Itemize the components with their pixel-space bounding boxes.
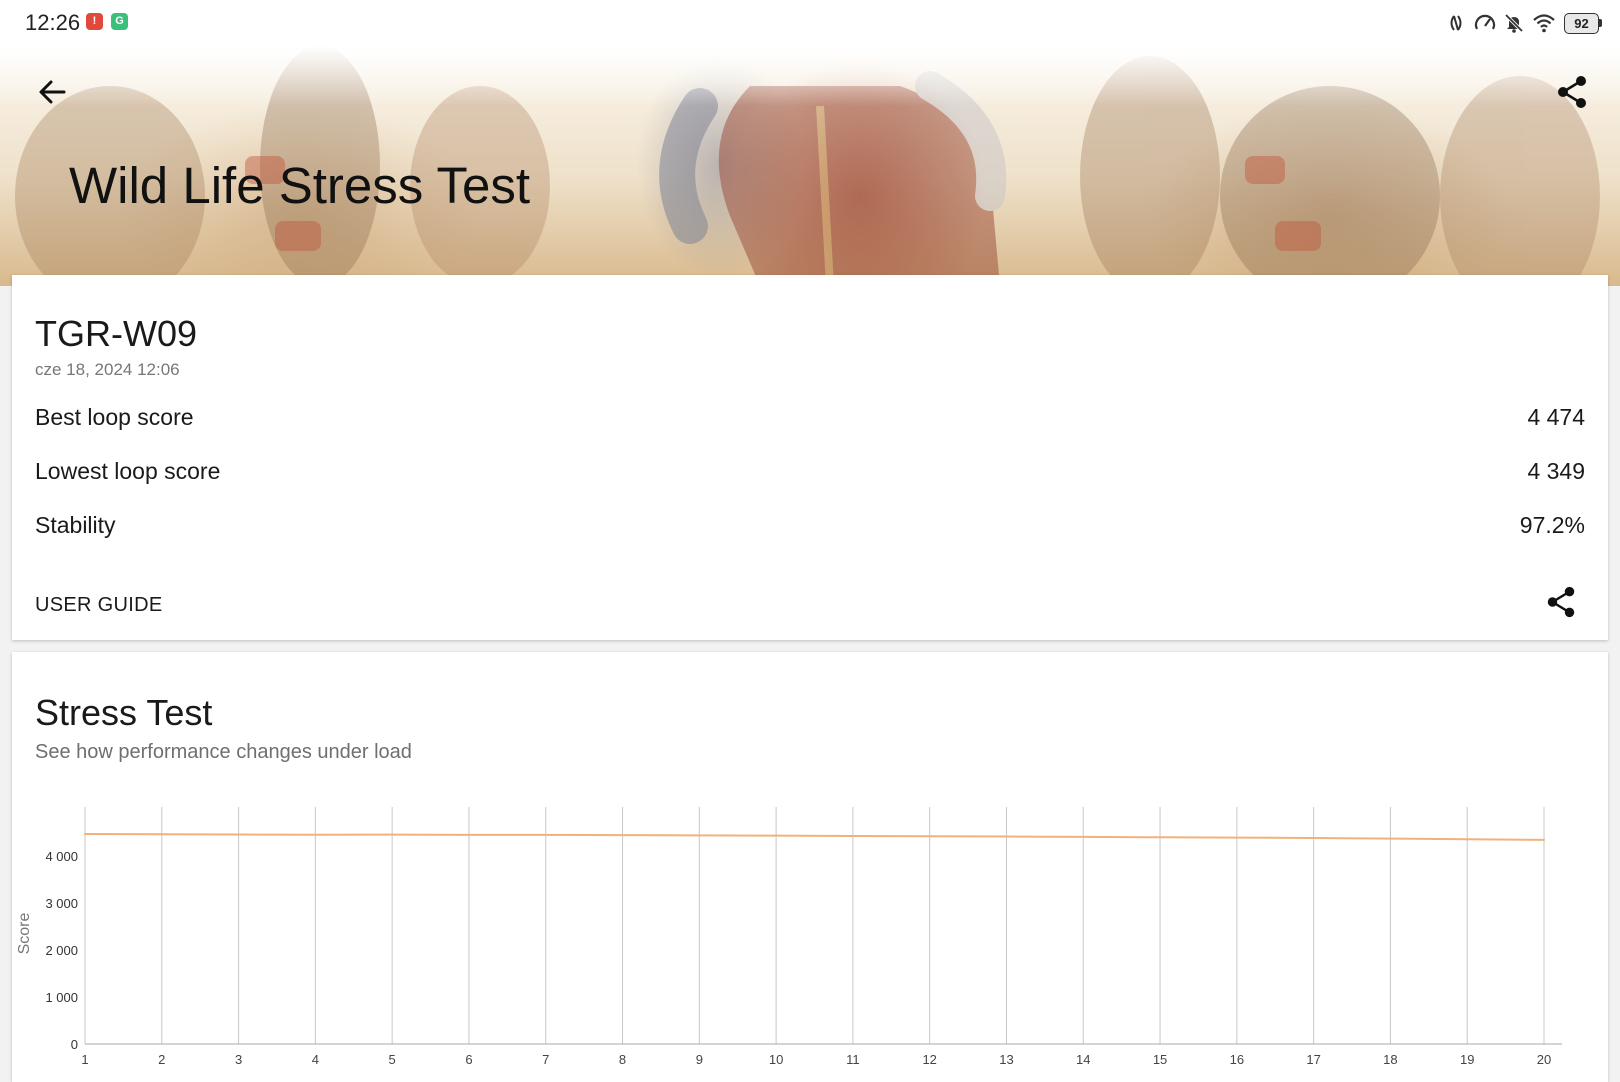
data-point	[467, 833, 470, 836]
share-icon[interactable]	[1554, 74, 1590, 110]
x-tick-label: 9	[696, 1052, 703, 1065]
data-point	[851, 834, 854, 837]
notification-app-icon: G	[111, 13, 128, 30]
x-tick-label: 14	[1076, 1052, 1090, 1065]
nfc-icon	[1450, 15, 1462, 31]
x-tick-label: 13	[999, 1052, 1013, 1065]
stat-value: 4 474	[1527, 404, 1585, 430]
x-tick-label: 19	[1460, 1052, 1474, 1065]
stat-row-lowest-loop: Lowest loop score 4 349	[35, 458, 1585, 488]
data-point	[1466, 838, 1469, 841]
data-point	[1235, 836, 1238, 839]
share-icon[interactable]	[1544, 585, 1578, 619]
x-tick-label: 15	[1153, 1052, 1167, 1065]
data-point	[237, 833, 240, 836]
bell-muted-icon	[1504, 13, 1524, 33]
data-point	[84, 832, 86, 835]
x-tick-label: 10	[769, 1052, 783, 1065]
x-tick-label: 18	[1383, 1052, 1397, 1065]
data-point	[621, 834, 624, 837]
y-tick-label: 4 000	[45, 849, 78, 864]
hero-fade	[0, 46, 1620, 106]
series-line	[84, 832, 1545, 841]
stat-row-best-loop: Best loop score 4 474	[35, 404, 1585, 434]
y-tick-label: 3 000	[45, 896, 78, 911]
y-tick-label: 0	[71, 1037, 78, 1052]
data-point	[1312, 837, 1315, 840]
y-axis-label: Score	[16, 913, 33, 955]
user-guide-link[interactable]: USER GUIDE	[35, 594, 162, 617]
data-point	[928, 835, 931, 838]
x-tick-label: 1	[81, 1052, 88, 1065]
x-tick-label: 4	[312, 1052, 319, 1065]
x-tick-label: 3	[235, 1052, 242, 1065]
x-tick-label: 2	[158, 1052, 165, 1065]
wifi-icon	[1533, 14, 1555, 33]
hero-banner: Wild Life Stress Test	[0, 46, 1620, 286]
x-tick-label: 7	[542, 1052, 549, 1065]
battery-level: 92	[1564, 12, 1599, 34]
notification-app-icon: !	[86, 13, 103, 30]
x-tick-label: 11	[846, 1052, 860, 1065]
x-tick-label: 5	[389, 1052, 396, 1065]
run-date: cze 18, 2024 12:06	[35, 360, 180, 379]
status-bar: 12:26 ! G 92	[0, 0, 1620, 46]
data-point	[391, 833, 394, 836]
y-tick-label: 1 000	[45, 990, 78, 1005]
data-point	[775, 834, 778, 837]
x-tick-label: 17	[1306, 1052, 1320, 1065]
stat-label: Stability	[35, 512, 116, 538]
y-tick-label: 2 000	[45, 943, 78, 958]
x-tick-label: 20	[1537, 1052, 1551, 1065]
x-tick-label: 16	[1230, 1052, 1244, 1065]
page-title: Wild Life Stress Test	[69, 157, 531, 214]
x-tick-label: 8	[619, 1052, 626, 1065]
data-point	[160, 833, 163, 836]
stress-chart: 1 2 3 4 5 6 7 8 9 10 11 12 13 14 15 16 17 18 19 2001 0002 0…	[16, 807, 1562, 1065]
status-time: 12:26	[25, 10, 81, 35]
battery-tip	[1599, 19, 1602, 27]
data-point	[544, 833, 547, 836]
data-point	[1389, 837, 1392, 840]
data-point	[1005, 835, 1008, 838]
status-icons: 92	[1448, 10, 1602, 36]
data-point	[698, 834, 701, 837]
speedometer-icon	[1474, 14, 1496, 30]
x-tick-label: 6	[465, 1052, 472, 1065]
stress-test-card: Stress Test See how performance changes …	[12, 652, 1608, 1082]
stat-label: Best loop score	[35, 404, 194, 430]
stat-value: 4 349	[1527, 458, 1585, 484]
back-arrow-icon[interactable]	[34, 74, 70, 110]
device-name: TGR-W09	[35, 313, 197, 354]
result-card: TGR-W09 cze 18, 2024 12:06 Best loop sco…	[12, 275, 1608, 640]
x-tick-label: 12	[922, 1052, 936, 1065]
data-point	[1159, 836, 1162, 839]
stat-row-stability: Stability 97.2%	[35, 512, 1585, 542]
data-point	[314, 833, 317, 836]
data-point	[1543, 838, 1545, 841]
battery-indicator: 92	[1564, 12, 1602, 34]
data-point	[1082, 835, 1085, 838]
stat-value: 97.2%	[1519, 512, 1585, 538]
stat-label: Lowest loop score	[35, 458, 221, 484]
